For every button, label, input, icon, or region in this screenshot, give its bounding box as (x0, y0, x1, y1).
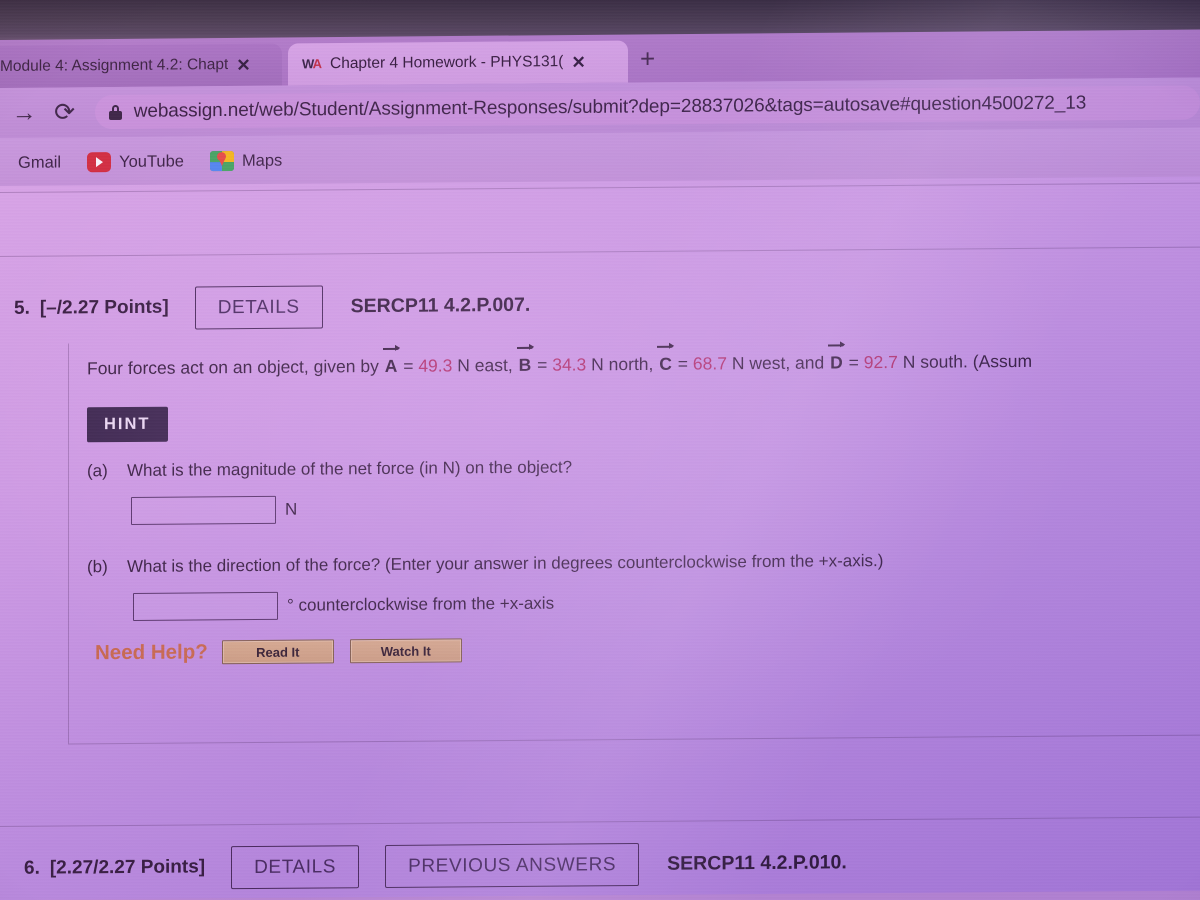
question-points: [–/2.27 Points] (39, 296, 169, 319)
part-a-label: (a) (87, 461, 108, 481)
browser-tab-module4[interactable]: Module 4: Assignment 4.2: Chapt ✕ (0, 43, 282, 89)
forward-arrow-icon[interactable]: → (8, 98, 40, 126)
close-icon[interactable]: ✕ (236, 55, 250, 74)
question-5-body: Four forces act on an object, given by A… (68, 334, 1200, 744)
value-c: 68.7 (692, 353, 727, 374)
question-5-header: 5. [–/2.27 Points] DETAILS SERCP11 4.2.P… (0, 269, 1200, 340)
eq: = (848, 352, 859, 373)
value-a: 49.3 (418, 355, 453, 376)
divider (0, 246, 1200, 257)
question-code: SERCP11 4.2.P.007. (350, 293, 531, 317)
vector-b-symbol: B (518, 343, 534, 375)
question-points: [2.27/2.27 Points] (49, 856, 206, 879)
previous-answers-button[interactable]: PREVIOUS ANSWERS (385, 842, 640, 888)
bookmark-label: Maps (241, 151, 283, 170)
vector-d-symbol: D (829, 341, 846, 372)
unit-dir-d: N south. (902, 351, 968, 372)
new-tab-button[interactable]: + (640, 43, 655, 73)
statement-lead: Four forces act on an object, given by (87, 356, 379, 379)
part-a-unit: N (285, 499, 298, 519)
statement-tail: (Assum (972, 350, 1033, 372)
youtube-icon (87, 152, 112, 173)
photographed-laptop-screen: Module 4: Assignment 4.2: Chapt ✕ WA Cha… (0, 0, 1200, 900)
bookmark-label: YouTube (119, 151, 184, 171)
google-maps-icon (209, 150, 234, 172)
webassign-assignment-page: 5. [–/2.27 Points] DETAILS SERCP11 4.2.P… (0, 176, 1200, 900)
question-6-header: 6. [2.27/2.27 Points] DETAILS PREVIOUS A… (0, 829, 1200, 900)
divider (0, 182, 1200, 193)
eq: = (677, 353, 689, 374)
close-icon[interactable]: ✕ (571, 52, 585, 71)
vector-c-symbol: C (658, 342, 675, 374)
unit-dir-c: N west, and (731, 352, 825, 374)
url-text: webassign.net/web/Student/Assignment-Res… (133, 92, 1087, 122)
vector-a-symbol: A (384, 344, 400, 376)
webassign-wa-icon: WA (302, 56, 321, 72)
part-a-answer-input[interactable] (131, 495, 276, 525)
part-b-unit: ° counterclockwise from the +x-axis (287, 593, 555, 615)
read-it-button[interactable]: Read It (221, 639, 334, 665)
problem-statement: Four forces act on an object, given by A… (87, 341, 1033, 380)
browser-chrome: Module 4: Assignment 4.2: Chapt ✕ WA Cha… (0, 29, 1200, 188)
gmail-icon (0, 153, 10, 173)
watch-it-button[interactable]: Watch It (349, 638, 462, 664)
tab-title: Chapter 4 Homework - PHYS131( (330, 53, 564, 73)
bookmark-youtube[interactable]: YouTube (87, 151, 184, 173)
browser-tab-chapter4-homework[interactable]: WA Chapter 4 Homework - PHYS131( ✕ (288, 40, 628, 86)
value-b: 34.3 (552, 354, 587, 375)
need-help-section: Need Help? Read It Watch It (95, 638, 478, 665)
part-b-label: (b) (87, 557, 108, 577)
divider (0, 816, 1200, 827)
part-a-prompt: What is the magnitude of the net force (… (127, 457, 573, 481)
bookmark-label: Gmail (18, 152, 62, 172)
address-bar[interactable]: webassign.net/web/Student/Assignment-Res… (94, 85, 1200, 130)
question-code: SERCP11 4.2.P.010. (667, 850, 847, 875)
part-b-answer-input[interactable] (133, 591, 278, 621)
value-d: 92.7 (863, 351, 898, 373)
details-button[interactable]: DETAILS (194, 284, 323, 329)
bookmark-gmail[interactable]: Gmail (0, 152, 61, 173)
unit-dir-b: N north, (591, 353, 654, 375)
eq: = (537, 354, 548, 375)
hint-button[interactable]: HINT (87, 406, 168, 442)
question-number: 6. (24, 857, 40, 879)
tab-title: Module 4: Assignment 4.2: Chapt (0, 56, 229, 75)
need-help-label: Need Help? (95, 640, 208, 665)
part-a-answer-row: N (131, 495, 298, 525)
reload-icon[interactable]: ⟳ (48, 98, 80, 126)
lock-icon (108, 104, 122, 120)
unit-dir-a: N east, (457, 354, 513, 376)
eq: = (403, 355, 414, 376)
question-number: 5. (14, 297, 30, 319)
details-button[interactable]: DETAILS (231, 844, 360, 889)
part-b-answer-row: ° counterclockwise from the +x-axis (133, 590, 554, 621)
bookmark-maps[interactable]: Maps (209, 150, 283, 172)
part-b-prompt: What is the direction of the force? (Ent… (127, 551, 884, 577)
